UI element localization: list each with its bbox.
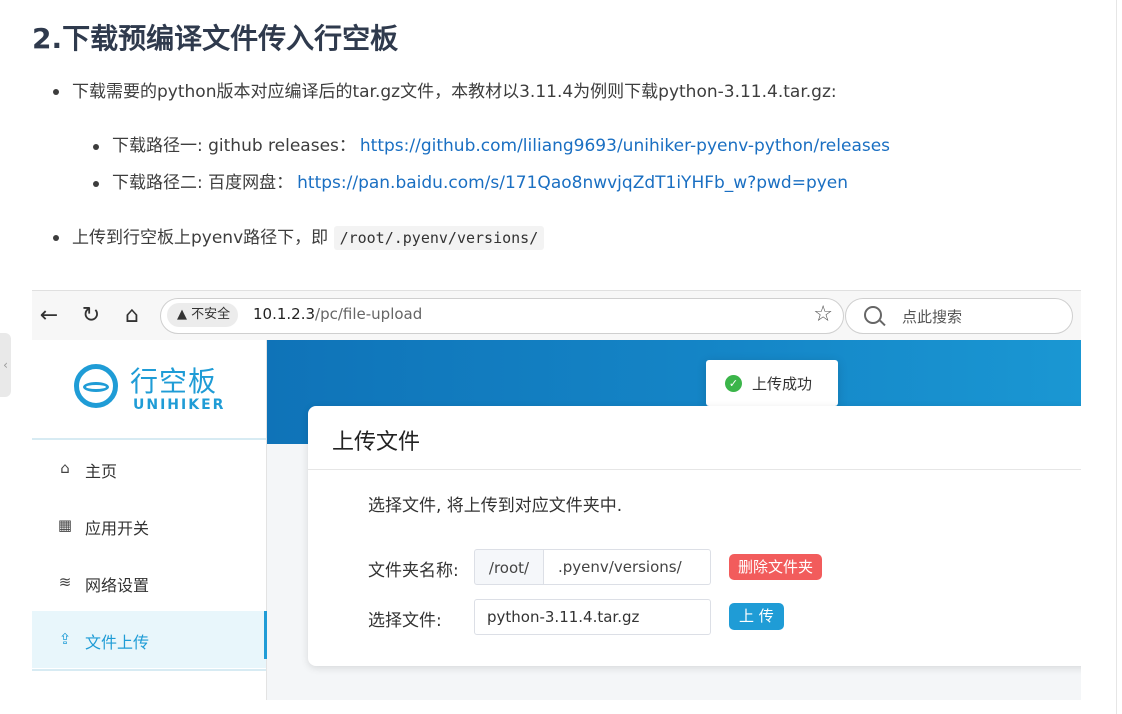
folder-name-label: 文件夹名称:	[368, 561, 459, 581]
sidebar-item-network[interactable]: ≋ 网络设置	[32, 554, 266, 611]
file-input[interactable]: python-3.11.4.tar.gz	[474, 599, 711, 635]
download-path-label: 下载路径一: github releases：	[112, 136, 356, 156]
instruction-list: 下载需要的python版本对应编译后的tar.gz文件，本教材以3.11.4为例…	[53, 78, 1102, 252]
success-toast: ✓ 上传成功	[706, 360, 838, 406]
brand-name-cn: 行空板	[130, 365, 218, 398]
url-host: 10.1.2.3	[253, 305, 316, 323]
sidebar-item-label: 主页	[85, 462, 118, 481]
bullet-text: 上传到行空板上pyenv路径下，即	[72, 228, 329, 248]
browser-search-box[interactable]: 点此搜索	[845, 298, 1073, 334]
back-arrow-icon[interactable]: ←	[36, 303, 62, 329]
app-sidebar: 行空板 UNIHIKER ⌂ 主页 ▦ 应用开关 ≋ 网络设置 ⇪ 文件上传	[32, 340, 267, 700]
wifi-icon: ≋	[58, 573, 72, 591]
bullet-text: 下载需要的python版本对应编译后的tar.gz文件，本教材以3.11.4为例…	[72, 82, 837, 102]
download-path-list: 下载路径一: github releases： https://github.co…	[93, 128, 1102, 202]
folder-prefix: /root/	[474, 549, 544, 585]
url-path: /pc/file-upload	[315, 305, 423, 323]
sidebar-item-label: 应用开关	[85, 519, 150, 538]
inline-code-path: /root/.pyenv/versions/	[333, 226, 545, 250]
sidebar-divider	[32, 669, 266, 671]
page-divider	[1116, 0, 1117, 714]
address-bar[interactable]: ▲ 不安全 10.1.2.3/pc/file-upload ☆	[160, 298, 844, 334]
github-releases-link[interactable]: https://github.com/liliang9693/unihiker-…	[360, 136, 890, 156]
card-description: 选择文件, 将上传到对应文件夹中.	[368, 496, 623, 516]
toast-message: 上传成功	[752, 375, 813, 393]
brand-name-en: UNIHIKER	[133, 397, 226, 413]
sidebar-item-label: 网络设置	[85, 576, 150, 595]
brand-logo: 行空板 UNIHIKER	[32, 340, 266, 440]
delete-folder-button[interactable]: 删除文件夹	[729, 554, 823, 580]
folder-name-input[interactable]: .pyenv/versions/	[544, 549, 711, 585]
list-item: 上传到行空板上pyenv路径下，即 /root/.pyenv/versions/	[53, 224, 1102, 252]
reload-icon[interactable]: ↻	[78, 303, 104, 329]
embedded-screenshot: ← ↻ ⌂ ▲ 不安全 10.1.2.3/pc/file-upload ☆ 点此…	[32, 290, 1081, 700]
grid-icon: ▦	[57, 516, 73, 534]
list-item: 下载需要的python版本对应编译后的tar.gz文件，本教材以3.11.4为例…	[53, 78, 1102, 202]
list-item: 下载路径二: 百度网盘： https://pan.baidu.com/s/171Q…	[93, 165, 1102, 202]
browser-toolbar: ← ↻ ⌂ ▲ 不安全 10.1.2.3/pc/file-upload ☆ 点此…	[32, 290, 1081, 342]
home-icon[interactable]: ⌂	[119, 303, 145, 329]
section-title: 2.下载预编译文件传入行空板	[32, 22, 399, 55]
home-icon: ⌂	[60, 459, 70, 477]
check-circle-icon: ✓	[725, 375, 742, 392]
unihiker-logo-icon	[74, 364, 118, 408]
not-secure-badge[interactable]: ▲ 不安全	[167, 303, 239, 327]
document-page: ‹ 2.下载预编译文件传入行空板 下载需要的python版本对应编译后的tar.…	[0, 0, 1117, 714]
search-placeholder: 点此搜索	[902, 308, 963, 326]
choose-file-label: 选择文件:	[368, 611, 442, 631]
upload-icon: ⇪	[58, 630, 72, 648]
sidebar-item-home[interactable]: ⌂ 主页	[32, 440, 266, 497]
url-text: 10.1.2.3/pc/file-upload	[253, 305, 422, 323]
list-item: 下载路径一: github releases： https://github.co…	[93, 128, 1102, 165]
sidebar-item-app-switch[interactable]: ▦ 应用开关	[32, 497, 266, 554]
baidu-pan-link[interactable]: https://pan.baidu.com/s/171Qao8nwvjqZdT1…	[297, 173, 848, 193]
sidebar-item-label: 文件上传	[85, 633, 150, 652]
collapse-sidebar-toggle[interactable]: ‹	[0, 333, 11, 397]
download-path-label: 下载路径二: 百度网盘：	[112, 173, 294, 193]
upload-card: 上传文件 选择文件, 将上传到对应文件夹中. 文件夹名称: /root/ .py…	[308, 406, 1081, 666]
card-title: 上传文件	[332, 430, 421, 455]
upload-button[interactable]: 上 传	[729, 603, 784, 630]
sidebar-item-file-upload[interactable]: ⇪ 文件上传	[32, 611, 267, 668]
search-icon	[864, 306, 882, 324]
sidebar-menu: ⌂ 主页 ▦ 应用开关 ≋ 网络设置 ⇪ 文件上传	[32, 440, 267, 668]
bookmark-star-icon[interactable]: ☆	[813, 303, 833, 327]
card-divider	[308, 469, 1081, 470]
